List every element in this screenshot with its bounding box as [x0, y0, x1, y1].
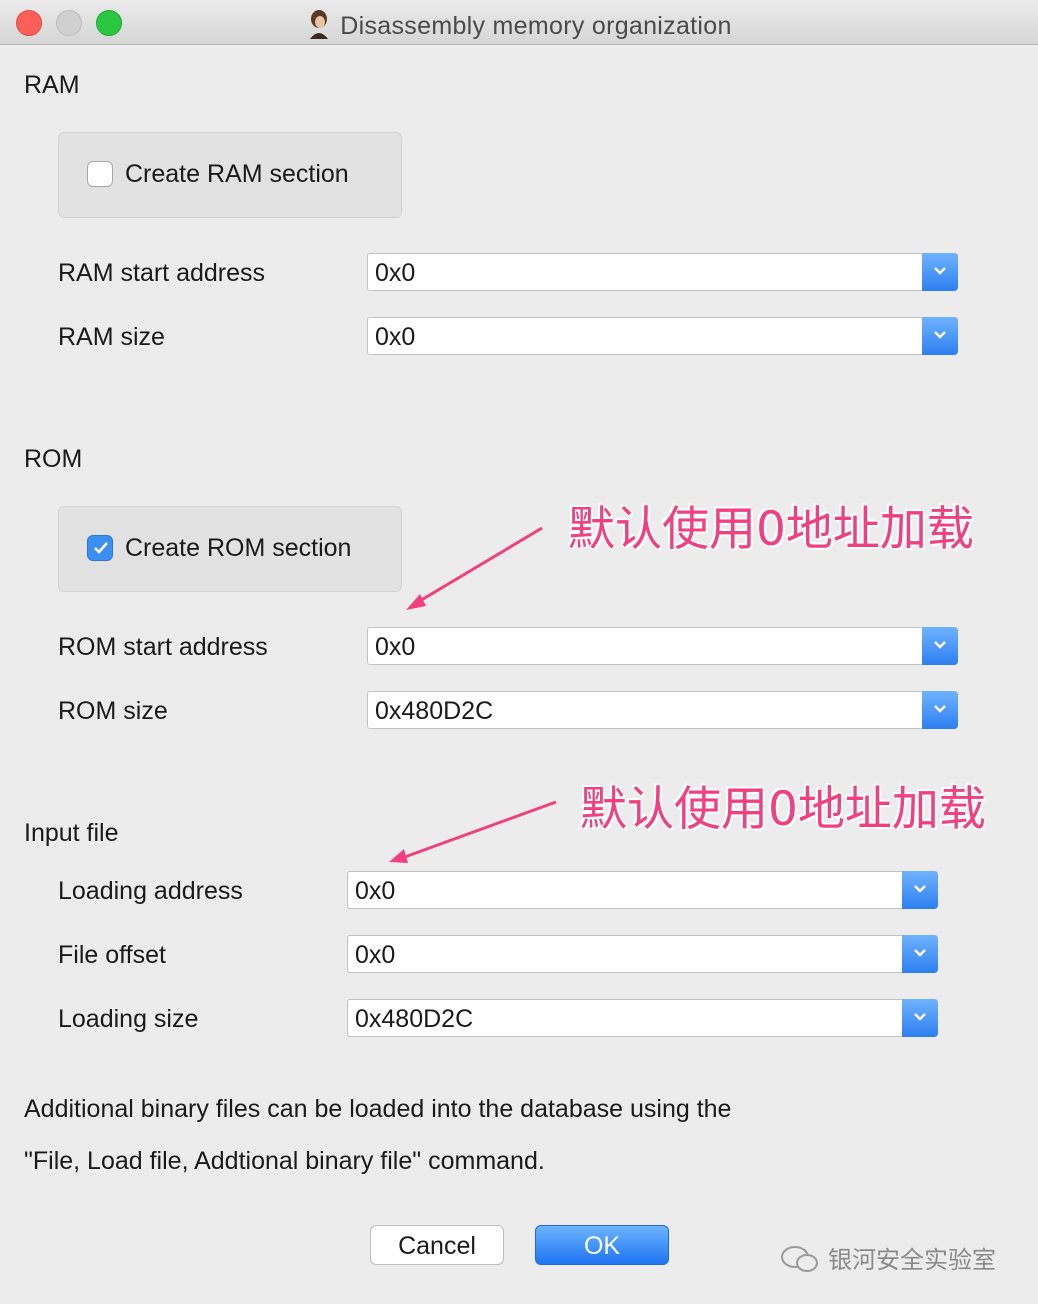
input-annotation-arrow: [389, 800, 557, 863]
annotation-arrows: [389, 526, 557, 863]
watermark: 银河安全实验室: [780, 1240, 996, 1275]
wechat-icon: [781, 1246, 818, 1272]
watermark-text: 银河安全实验室: [828, 1246, 996, 1274]
rom-annotation-text: 默认使用0地址加载: [568, 502, 974, 557]
input-annotation-text: 默认使用0地址加载: [580, 782, 986, 837]
rom-annotation-arrow: [406, 526, 543, 610]
